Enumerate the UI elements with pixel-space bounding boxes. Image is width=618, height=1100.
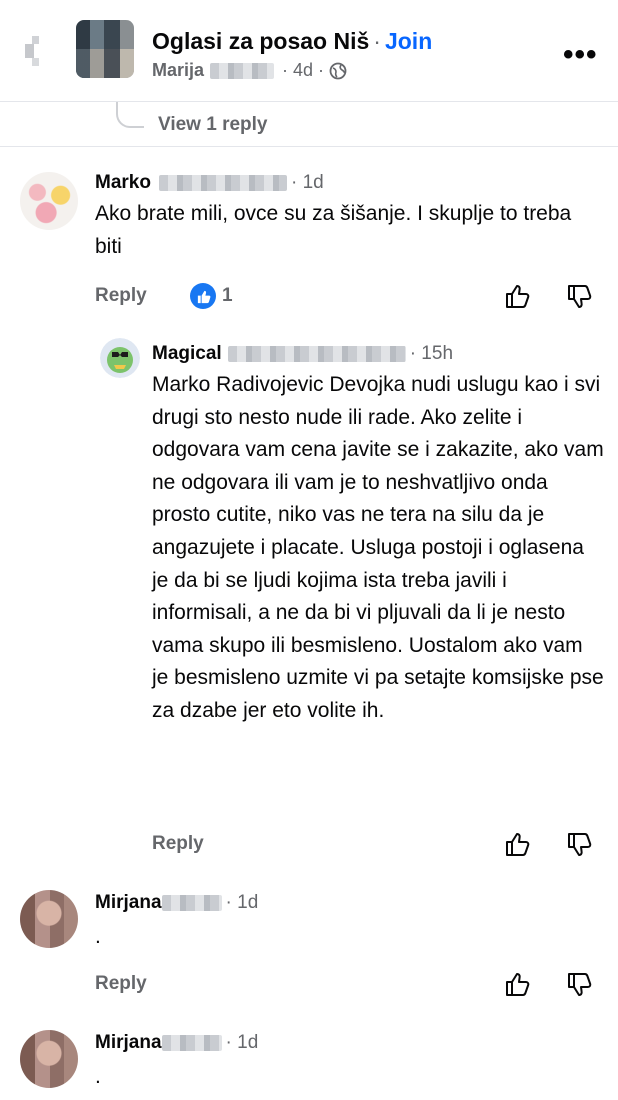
view-replies-link[interactable]: View 1 reply [158, 114, 268, 136]
redacted-name [161, 895, 222, 911]
avatar[interactable] [20, 172, 78, 230]
title-separator: · [373, 28, 381, 54]
reaction-count[interactable]: 1 [190, 283, 233, 309]
reaction-number: 1 [222, 285, 233, 306]
thumbs-down-icon[interactable] [566, 282, 594, 310]
post-time: · 4d · [282, 60, 325, 80]
divider [0, 146, 618, 147]
comment-time: · 1d [290, 172, 324, 193]
post-title-row: Oglasi za posao Niš · Join [152, 28, 432, 55]
thumbs-down-icon[interactable] [566, 970, 594, 998]
commenter-name[interactable]: Magical [152, 343, 222, 365]
comment-time: · 15h [409, 343, 454, 364]
comment-header: Mirjana · 1d [95, 892, 258, 914]
avatar[interactable] [100, 338, 140, 378]
redacted-name [210, 62, 275, 79]
comment-header: Marko · 1d [95, 172, 324, 194]
redacted-name [161, 1035, 222, 1051]
commenter-name[interactable]: Marko [95, 172, 151, 194]
reply-button[interactable]: Reply [152, 833, 204, 855]
thumbs-up-icon[interactable] [504, 282, 532, 310]
comment-time: · 1d [225, 1032, 259, 1053]
post-header: Oglasi za posao Niš · Join Marija · 4d · •… [0, 0, 618, 102]
avatar[interactable] [20, 890, 78, 948]
comment-text: Ako brate mili, ovce su za šišanje. I sk… [95, 202, 572, 258]
post-meta: Marija · 4d · [152, 60, 347, 81]
globe-icon [329, 62, 347, 79]
reply-button[interactable]: Reply [95, 285, 147, 307]
more-options-icon[interactable]: ••• [563, 38, 598, 72]
comment-text: . [95, 925, 101, 948]
redacted-name [158, 175, 287, 191]
join-button[interactable]: Join [385, 28, 432, 54]
post-author[interactable]: Marija [152, 60, 204, 81]
like-icon [190, 283, 216, 309]
comment-header: Mirjana · 1d [95, 1032, 258, 1054]
thumbs-down-icon[interactable] [566, 830, 594, 858]
chevron-left-icon[interactable] [22, 32, 52, 70]
avatar[interactable] [20, 1030, 78, 1088]
commenter-name[interactable]: Mirjana [95, 892, 162, 914]
redacted-name [227, 346, 406, 362]
comment-text: . [95, 1065, 101, 1088]
thumbs-up-icon[interactable] [504, 970, 532, 998]
thread-connector [116, 102, 144, 128]
comment-time: · 1d [225, 892, 259, 913]
group-avatar[interactable] [76, 20, 134, 78]
commenter-name[interactable]: Mirjana [95, 1032, 162, 1054]
comment-text: Marko Radivojevic Devojka nudi uslugu ka… [152, 373, 604, 722]
reply-button[interactable]: Reply [95, 973, 147, 995]
comment-header: Magical · 15h [152, 343, 453, 365]
thumbs-up-icon[interactable] [504, 830, 532, 858]
group-name[interactable]: Oglasi za posao Niš [152, 28, 369, 54]
